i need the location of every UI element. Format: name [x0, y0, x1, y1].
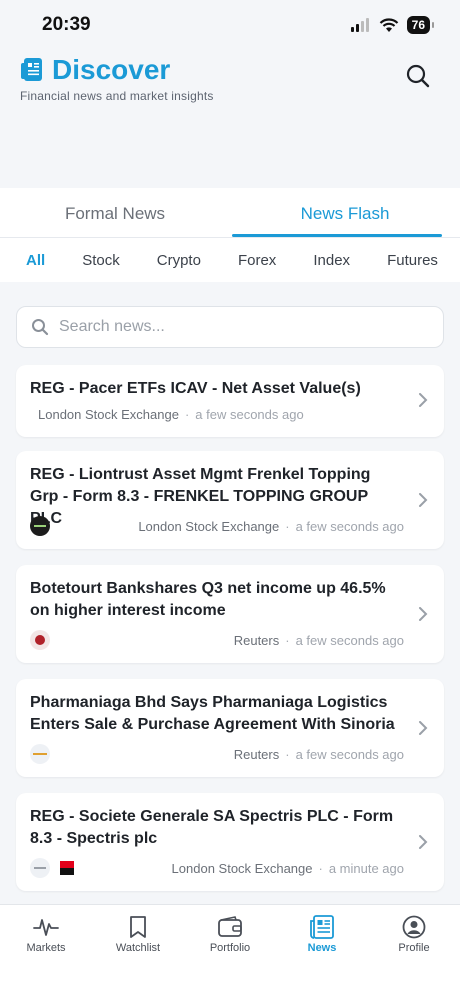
news-time: a few seconds ago	[295, 518, 404, 534]
nav-news[interactable]: News	[276, 905, 368, 995]
nav-label: Profile	[398, 942, 430, 954]
news-source: London Stock Exchange	[171, 860, 313, 876]
status-bar: 20:39 76	[0, 0, 460, 52]
pulse-icon	[33, 919, 59, 936]
category-tab-index[interactable]: Index	[313, 252, 350, 269]
news-meta: Reuters · a few seconds ago	[30, 630, 404, 650]
news-source: Reuters	[233, 746, 280, 762]
search-button[interactable]	[404, 62, 432, 90]
news-card[interactable]: Botetourt Bankshares Q3 net income up 46…	[16, 565, 444, 663]
category-tab-forex[interactable]: Forex	[238, 252, 276, 269]
news-time: a minute ago	[328, 860, 404, 876]
signal-icon	[350, 18, 369, 32]
chevron-right-icon	[419, 835, 428, 849]
nav-label: Watchlist	[115, 942, 161, 954]
newspaper-icon	[310, 915, 334, 939]
category-tab-futures[interactable]: Futures	[387, 252, 438, 269]
news-time: a few seconds ago	[195, 407, 304, 422]
news-title: REG - Pacer ETFs ICAV - Net Asset Value(…	[30, 380, 361, 397]
nav-portfolio[interactable]: Portfolio	[184, 905, 276, 995]
news-source: London Stock Exchange	[138, 518, 280, 534]
liontrust-logo-icon	[30, 516, 50, 536]
news-source: London Stock Exchange	[38, 407, 179, 422]
societe-generale-logo-icon	[60, 861, 74, 875]
wifi-icon	[379, 17, 398, 32]
tab-news-flash[interactable]: News Flash	[230, 188, 460, 237]
category-tab-crypto[interactable]: Crypto	[157, 252, 201, 269]
nav-watchlist[interactable]: Watchlist	[92, 905, 184, 995]
news-meta: London Stock Exchange · a minute ago	[30, 858, 404, 878]
chevron-right-icon	[419, 721, 428, 735]
meta-separator: ·	[184, 407, 190, 422]
news-time: a few seconds ago	[295, 632, 404, 648]
bottom-nav: Markets Watchlist Portfolio News Profile	[0, 904, 460, 995]
status-time: 20:39	[42, 14, 91, 35]
news-title: Botetourt Bankshares Q3 net income up 46…	[30, 580, 386, 619]
meta-separator: ·	[285, 746, 290, 762]
nav-markets[interactable]: Markets	[0, 905, 92, 995]
newspaper-icon	[21, 58, 42, 81]
wallet-icon	[218, 916, 242, 937]
user-icon	[402, 915, 426, 939]
search-bar	[16, 306, 444, 348]
bank-logo-icon	[30, 630, 50, 650]
news-title: Pharmaniaga Bhd Says Pharmaniaga Logisti…	[30, 694, 395, 733]
chevron-right-icon	[419, 393, 428, 407]
nav-label: News	[307, 942, 337, 954]
page-header: Discover Financial news and market insig…	[0, 52, 460, 188]
news-meta: London Stock Exchange · a few seconds ag…	[38, 407, 404, 422]
news-time: a few seconds ago	[295, 746, 404, 762]
nav-label: Markets	[26, 942, 66, 954]
news-card[interactable]: REG - Pacer ETFs ICAV - Net Asset Value(…	[16, 365, 444, 437]
nav-label: Portfolio	[209, 942, 251, 954]
category-tab-all[interactable]: All	[26, 252, 45, 269]
news-title: REG - Societe Generale SA Spectris PLC -…	[30, 808, 394, 847]
bookmark-icon	[130, 916, 146, 938]
page-title: Discover	[52, 54, 171, 85]
status-icons: 76	[350, 16, 435, 34]
news-card[interactable]: REG - Liontrust Asset Mgmt Frenkel Toppi…	[16, 451, 444, 549]
category-tabs: All Stock Crypto Forex Index Futures	[0, 238, 460, 282]
battery-icon: 76	[406, 16, 435, 34]
search-input[interactable]	[59, 318, 419, 336]
spectris-logo-icon	[30, 858, 50, 878]
tab-formal-news[interactable]: Formal News	[0, 188, 230, 237]
page-subtitle: Financial news and market insights	[20, 89, 214, 103]
category-tab-stock[interactable]: Stock	[82, 252, 120, 269]
news-card[interactable]: REG - Societe Generale SA Spectris PLC -…	[16, 793, 444, 891]
news-meta: London Stock Exchange · a few seconds ag…	[30, 516, 404, 536]
main-tabs: Formal News News Flash	[0, 188, 460, 238]
news-meta: Reuters · a few seconds ago	[30, 744, 404, 764]
news-card[interactable]: Pharmaniaga Bhd Says Pharmaniaga Logisti…	[16, 679, 444, 777]
chevron-right-icon	[419, 493, 428, 507]
meta-separator: ·	[285, 518, 290, 534]
chevron-right-icon	[419, 607, 428, 621]
meta-separator: ·	[285, 632, 290, 648]
meta-separator: ·	[318, 860, 323, 876]
search-icon	[32, 319, 49, 336]
nav-profile[interactable]: Profile	[368, 905, 460, 995]
pharmaniaga-logo-icon	[30, 744, 50, 764]
search-icon	[406, 64, 430, 88]
news-source: Reuters	[233, 632, 280, 648]
